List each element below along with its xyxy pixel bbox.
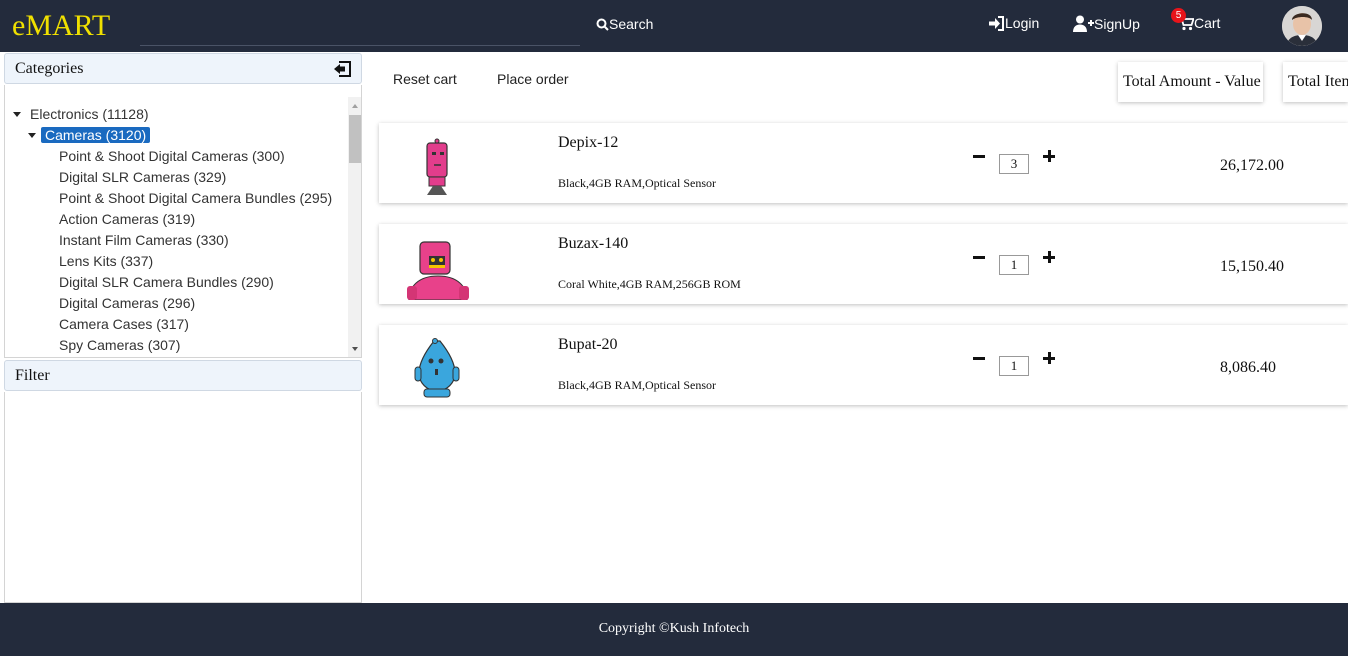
total-amount-card: Total Amount - Value (1118, 62, 1263, 102)
product-image (407, 241, 469, 300)
total-items-card: Total Items (1283, 62, 1348, 102)
increase-quantity-button[interactable] (1043, 150, 1055, 162)
tree-node[interactable]: Camera Cases (317) (59, 315, 189, 333)
product-description: Coral White,4GB RAM,256GB ROM (558, 277, 741, 291)
page-footer: Copyright ©Kush Infotech (0, 603, 1348, 656)
user-plus-icon (1073, 15, 1094, 32)
tree-node[interactable]: Digital SLR Cameras (329) (59, 168, 226, 186)
quantity-input[interactable]: 1 (999, 255, 1029, 275)
collapse-sidebar-icon[interactable] (333, 61, 351, 82)
categories-panel-header: Categories (4, 53, 362, 84)
signup-link[interactable]: SignUp (1073, 15, 1140, 32)
user-avatar[interactable] (1282, 6, 1322, 46)
signup-label: SignUp (1094, 15, 1140, 32)
search-label: Search (609, 16, 654, 32)
scroll-up-arrow-icon[interactable] (352, 104, 358, 108)
search-underline (140, 45, 580, 46)
place-order-button[interactable]: Place order (497, 71, 569, 87)
tree-node[interactable]: Point & Shoot Digital Camera Bundles (29… (59, 189, 332, 207)
expand-caret-icon[interactable] (13, 112, 21, 117)
cart-label: Cart (1194, 15, 1221, 31)
search-icon (596, 18, 609, 31)
product-image (426, 138, 448, 195)
tree-node[interactable]: Point & Shoot Digital Cameras (300) (59, 147, 285, 165)
tree-node[interactable]: Instant Film Cameras (330) (59, 231, 229, 249)
tree-node-selected-label: Cameras (3120) (41, 127, 151, 143)
profile-photo-image (1282, 6, 1322, 46)
login-label: Login (1005, 15, 1040, 31)
increase-quantity-button[interactable] (1043, 352, 1055, 364)
product-description: Black,4GB RAM,Optical Sensor (558, 176, 716, 190)
top-navbar: eMART Search Login SignUp 5 Cart (0, 0, 1348, 52)
quantity-input[interactable]: 3 (999, 154, 1029, 174)
tree-node-cameras[interactable]: Cameras (3120) (41, 126, 151, 144)
tree-node[interactable]: Action Cameras (319) (59, 210, 195, 228)
expand-caret-icon[interactable] (28, 133, 36, 138)
tree-node-electronics[interactable]: Electronics (11128) (30, 105, 149, 123)
product-name[interactable]: Bupat-20 (558, 336, 618, 354)
filter-panel (4, 392, 362, 603)
search-button[interactable]: Search (596, 16, 653, 32)
login-link[interactable]: Login (988, 15, 1039, 31)
decrease-quantity-button[interactable] (973, 256, 985, 259)
quantity-input[interactable]: 1 (999, 356, 1029, 376)
copyright-text: Copyright ©Kush Infotech (598, 621, 750, 636)
filter-panel-header[interactable]: Filter (4, 360, 362, 391)
product-description: Black,4GB RAM,Optical Sensor (558, 378, 716, 392)
tree-scrollbar[interactable] (348, 97, 361, 357)
categories-title: Categories (15, 60, 84, 77)
scroll-down-arrow-icon[interactable] (352, 347, 358, 351)
increase-quantity-button[interactable] (1043, 251, 1055, 263)
cart-item: Buzax-140 Coral White,4GB RAM,256GB ROM … (379, 224, 1348, 304)
product-image (414, 338, 460, 398)
product-name[interactable]: Depix-12 (558, 134, 618, 152)
product-price: 8,086.40 (1220, 359, 1276, 376)
product-name[interactable]: Buzax-140 (558, 235, 628, 253)
tree-node[interactable]: Digital SLR Camera Bundles (290) (59, 273, 274, 291)
decrease-quantity-button[interactable] (973, 155, 985, 158)
tree-node[interactable]: Lens Kits (337) (59, 252, 153, 270)
sign-in-icon (989, 15, 1004, 31)
app-logo[interactable]: eMART (12, 8, 110, 44)
tree-node[interactable]: Digital Cameras (296) (59, 294, 195, 312)
filter-title: Filter (15, 367, 50, 384)
cart-item: Bupat-20 Black,4GB RAM,Optical Sensor 1 … (379, 325, 1348, 405)
category-tree: Electronics (11128) Cameras (3120) Point… (4, 85, 362, 358)
cart-link[interactable]: 5 Cart (1171, 8, 1221, 31)
cart-item: Depix-12 Black,4GB RAM,Optical Sensor 3 … (379, 123, 1348, 203)
reset-cart-button[interactable]: Reset cart (393, 71, 457, 87)
tree-node[interactable]: Spy Cameras (307) (59, 336, 180, 354)
scroll-thumb[interactable] (349, 115, 361, 163)
cart-count-badge: 5 (1171, 8, 1186, 23)
product-price: 26,172.00 (1220, 157, 1284, 174)
decrease-quantity-button[interactable] (973, 357, 985, 360)
product-price: 15,150.40 (1220, 258, 1284, 275)
